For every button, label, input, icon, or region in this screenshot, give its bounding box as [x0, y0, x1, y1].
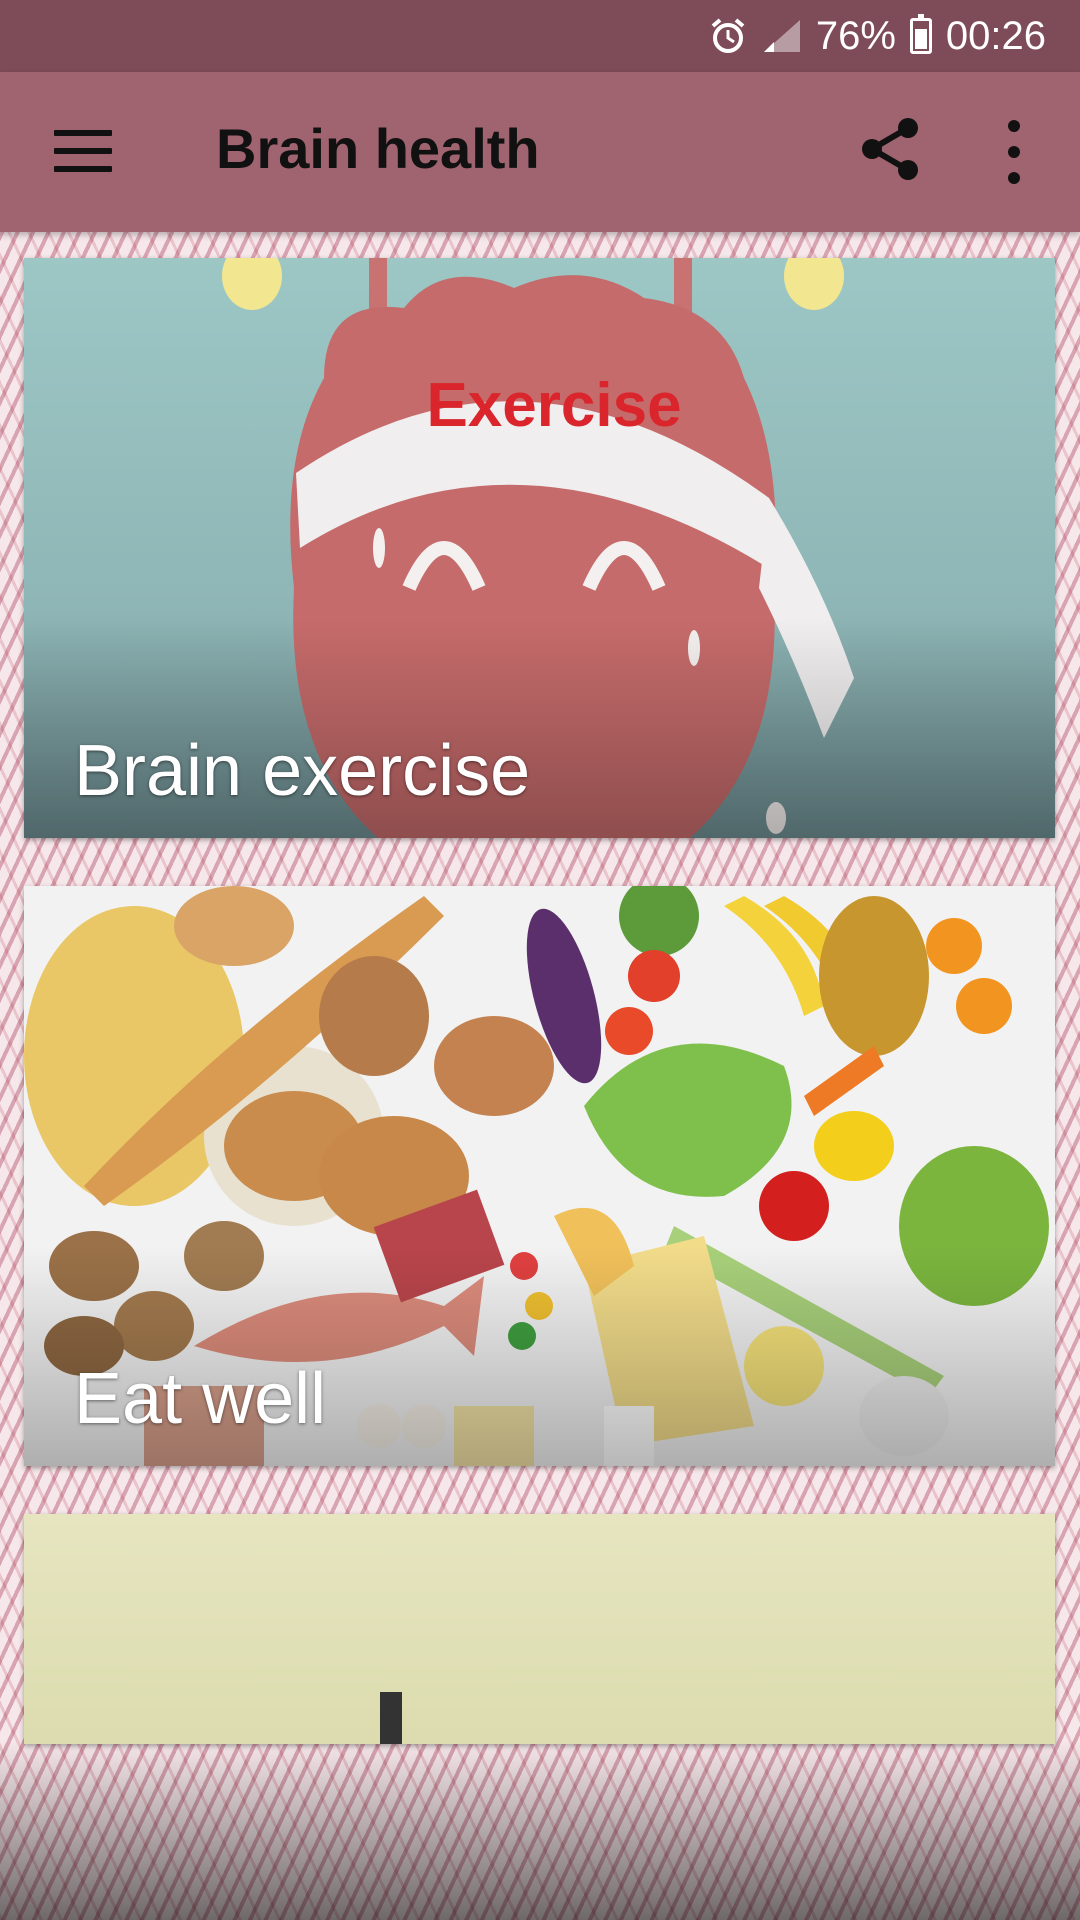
card-image-detail [380, 1692, 402, 1744]
card-eat-well[interactable]: Eat well [24, 886, 1055, 1466]
battery-icon [909, 14, 932, 54]
alarm-icon [708, 16, 748, 56]
more-options-icon[interactable] [1000, 120, 1028, 184]
card-third[interactable] [24, 1514, 1055, 1744]
card-label: Eat well [74, 1359, 327, 1439]
battery-percent: 76% [815, 13, 896, 58]
svg-text:Exercise: Exercise [426, 371, 681, 440]
card-label: Brain exercise [74, 731, 531, 811]
clock: 00:26 [945, 13, 1046, 58]
menu-icon[interactable] [54, 130, 112, 172]
card-brain-exercise[interactable]: Exercise Brain exercise [24, 258, 1055, 838]
app-bar: Brain health [0, 72, 1080, 232]
battery-icon-wrap [909, 14, 932, 54]
page-title: Brain health [216, 117, 540, 180]
signal-icon [762, 18, 802, 54]
status-bar: 76% 00:26 [0, 0, 1080, 72]
share-icon[interactable] [858, 116, 924, 182]
background-fade [0, 1740, 1080, 1920]
